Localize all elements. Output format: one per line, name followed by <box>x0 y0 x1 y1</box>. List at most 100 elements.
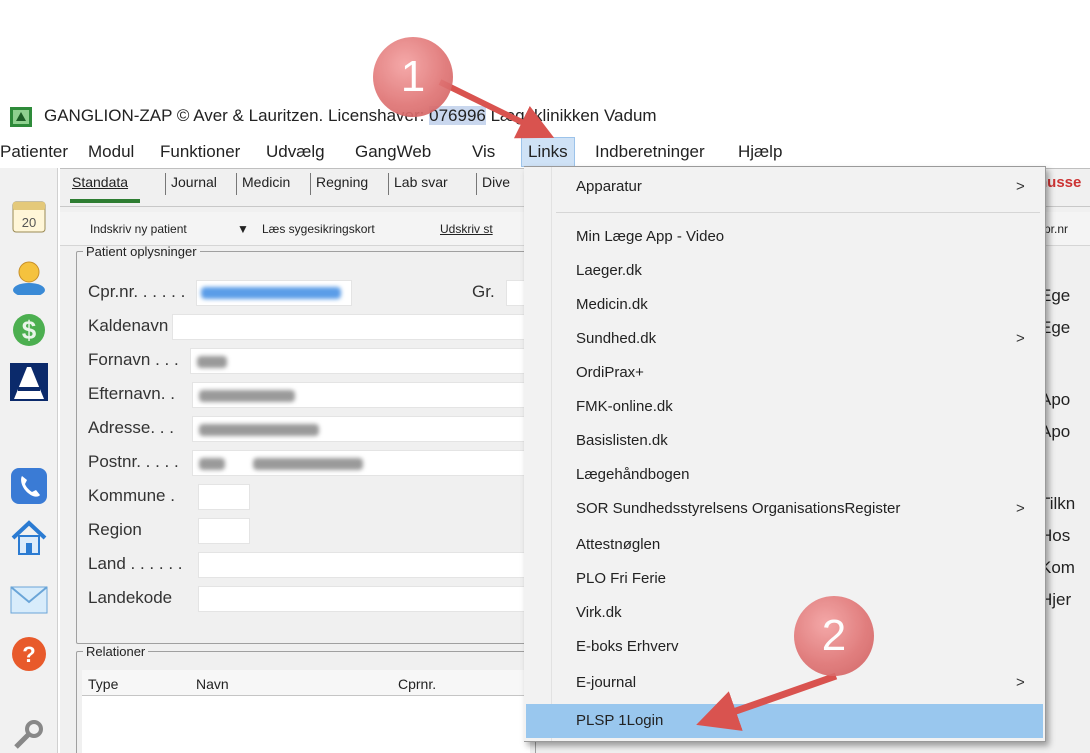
read-insurance-card-button[interactable]: Læs sygesikringskort <box>262 222 375 236</box>
action-fragment-right: pr.nr <box>1044 222 1069 236</box>
postnr-value-redacted <box>199 458 225 470</box>
tab-dive[interactable]: Dive <box>482 174 510 190</box>
menu-vis[interactable]: Vis <box>472 142 495 162</box>
menu-item-min-laege-app[interactable]: Min Læge App - Video <box>576 228 724 245</box>
adresse-field[interactable] <box>192 416 526 442</box>
menu-item-plo-fri-ferie[interactable]: PLO Fri Ferie <box>576 570 666 587</box>
app-logo-icon <box>10 107 32 127</box>
submenu-arrow-icon: > <box>1016 330 1025 347</box>
submenu-arrow-icon: > <box>1016 500 1025 517</box>
menu-patienter[interactable]: Patienter <box>0 142 68 162</box>
menu-item-fmk-online[interactable]: FMK-online.dk <box>576 398 673 415</box>
menu-item-ordiprax[interactable]: OrdiPrax+ <box>576 364 644 381</box>
group-field[interactable] <box>506 280 526 306</box>
callout-2: 2 <box>794 596 874 676</box>
postnr-label: Postnr. . . . . <box>88 452 179 471</box>
tab-lab-svar[interactable]: Lab svar <box>394 174 448 190</box>
tab-separator <box>236 173 237 195</box>
menu-item-laeger-dk[interactable]: Laeger.dk <box>576 262 642 279</box>
home-icon[interactable] <box>9 518 49 558</box>
city-value-redacted <box>253 458 363 470</box>
submenu-arrow-icon: > <box>1016 674 1025 691</box>
dollar-icon[interactable]: $ <box>9 310 49 350</box>
column-header-navn[interactable]: Navn <box>196 676 229 692</box>
menu-udvaelg[interactable]: Udvælg <box>266 142 325 162</box>
menu-item-laegehaandbogen[interactable]: Lægehåndbogen <box>576 466 689 483</box>
landekode-label: Landekode <box>88 588 173 607</box>
patient-info-legend: Patient oplysninger <box>86 244 197 259</box>
tools-icon[interactable] <box>9 716 49 753</box>
menu-item-e-journal[interactable]: E-journal <box>576 674 636 691</box>
road-icon[interactable] <box>9 362 49 402</box>
land-field[interactable] <box>198 552 526 578</box>
landekode-field[interactable] <box>198 586 526 612</box>
menu-funktioner[interactable]: Funktioner <box>160 142 240 162</box>
title-prefix: GANGLION-ZAP © Aver & Lauritzen. Licensh… <box>44 106 430 125</box>
menu-modul[interactable]: Modul <box>88 142 134 162</box>
column-header-type[interactable]: Type <box>88 676 118 692</box>
tab-separator <box>165 173 166 195</box>
menu-item-virk-dk[interactable]: Virk.dk <box>576 604 622 621</box>
fornavn-field[interactable] <box>190 348 526 374</box>
new-patient-button[interactable]: Indskriv ny patient <box>90 222 187 236</box>
chevron-down-icon[interactable]: ▼ <box>237 222 249 236</box>
menu-links[interactable]: Links <box>521 137 575 167</box>
callout-1: 1 <box>373 37 453 117</box>
menu-separator <box>556 212 1040 213</box>
kommune-label: Kommune . <box>88 486 175 505</box>
adresse-value-redacted <box>199 424 319 436</box>
tab-medicin[interactable]: Medicin <box>242 174 290 190</box>
calendar-icon[interactable]: 20 <box>9 196 49 236</box>
cpr-label: Cpr.nr. . . . . . <box>88 282 186 301</box>
region-field[interactable] <box>198 518 250 544</box>
tab-separator <box>310 173 311 195</box>
help-icon[interactable]: ? <box>9 634 49 674</box>
person-icon[interactable] <box>9 256 49 296</box>
kaldenavn-field[interactable] <box>172 314 526 340</box>
menu-item-basislisten[interactable]: Basislisten.dk <box>576 432 668 449</box>
menu-item-sundhed-dk[interactable]: Sundhed.dk <box>576 330 656 347</box>
relations-header <box>82 670 530 696</box>
tab-journal[interactable]: Journal <box>171 174 217 190</box>
region-label: Region <box>88 520 142 539</box>
relations-grid[interactable] <box>82 696 530 753</box>
adresse-label: Adresse. . . <box>88 418 174 437</box>
efternavn-label: Efternavn. . <box>88 384 175 403</box>
calendar-day: 20 <box>22 215 36 230</box>
window-title: GANGLION-ZAP © Aver & Lauritzen. Licensh… <box>44 106 657 126</box>
tab-standata[interactable]: Standata <box>72 174 128 190</box>
menu-item-sor[interactable]: SOR Sundhedsstyrelsens OrganisationsRegi… <box>576 500 900 517</box>
menu-item-medicin-dk[interactable]: Medicin.dk <box>576 296 648 313</box>
fornavn-value-redacted <box>197 356 227 368</box>
cpr-field[interactable] <box>196 280 352 306</box>
active-tab-indicator <box>70 199 140 203</box>
fornavn-label: Fornavn . . . <box>88 350 179 369</box>
phone-icon[interactable] <box>9 466 49 506</box>
group-label: Gr. <box>472 282 495 301</box>
tab-regning[interactable]: Regning <box>316 174 368 190</box>
cpr-value-redacted <box>201 287 341 299</box>
svg-text:$: $ <box>22 315 37 345</box>
menu-item-apparatur[interactable]: Apparatur <box>576 178 642 195</box>
column-header-cprnr[interactable]: Cprnr. <box>398 676 436 692</box>
postnr-field[interactable] <box>192 450 526 476</box>
links-dropdown-menu <box>524 166 1046 742</box>
title-suffix: Lægeklinikken Vadum <box>485 106 657 125</box>
menu-hjaelp[interactable]: Hjælp <box>738 142 782 162</box>
efternavn-field[interactable] <box>192 382 526 408</box>
mail-icon[interactable] <box>9 580 49 620</box>
tab-separator <box>476 173 477 195</box>
menu-indberetninger[interactable]: Indberetninger <box>595 142 705 162</box>
tab-separator <box>388 173 389 195</box>
submenu-arrow-icon: > <box>1016 178 1025 195</box>
license-number: 076996 <box>429 106 486 125</box>
kaldenavn-label: Kaldenavn <box>88 316 169 335</box>
menu-item-attestnoeglen[interactable]: Attestnøglen <box>576 536 660 553</box>
menu-item-e-boks-erhverv[interactable]: E-boks Erhverv <box>576 638 679 655</box>
print-button[interactable]: Udskriv st <box>440 222 493 236</box>
land-label: Land . . . . . . <box>88 554 183 573</box>
kommune-field[interactable] <box>198 484 250 510</box>
menu-icon-gutter <box>524 167 552 741</box>
menu-gangweb[interactable]: GangWeb <box>355 142 431 162</box>
menu-item-plsp-1login[interactable]: PLSP 1Login <box>576 712 663 729</box>
